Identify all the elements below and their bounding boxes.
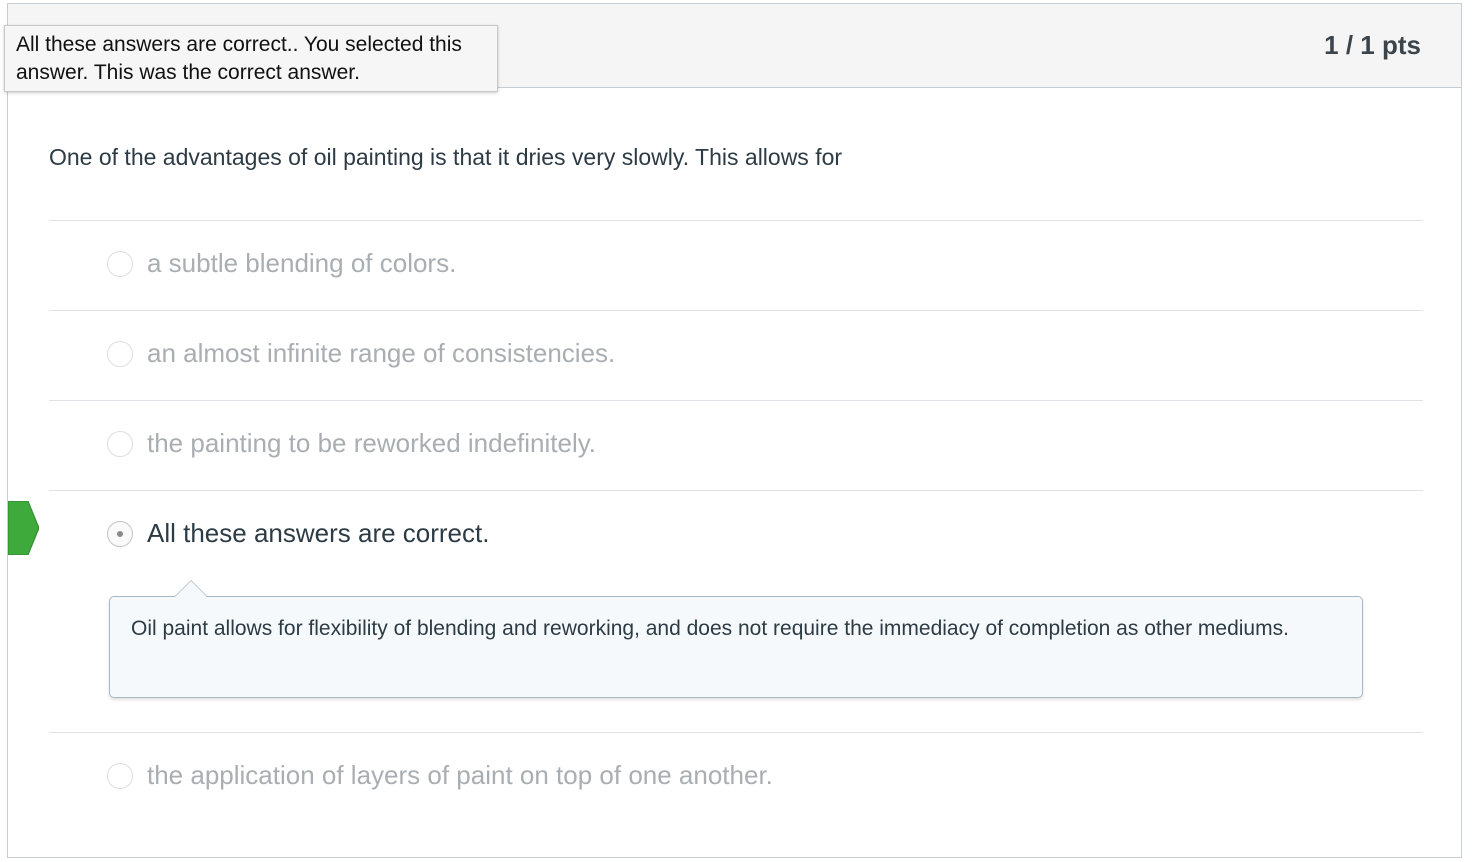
answer-label: the application of layers of paint on to… [147,760,773,790]
answer-comment-box: Oil paint allows for flexibility of blen… [109,580,1363,698]
tooltip-text: All these answers are correct.. You sele… [16,33,462,84]
answer-option[interactable]: the application of layers of paint on to… [49,732,1423,822]
answer-option-selected[interactable]: All these answers are correct. Oil paint… [8,490,1423,732]
answer-label: an almost infinite range of consistencie… [147,338,616,368]
quiz-question-card: 1 / 1 pts One of the advantages of oil p… [7,3,1462,858]
radio-button[interactable] [107,341,133,367]
correct-answer-arrow-icon [8,501,39,555]
answer-option[interactable]: the painting to be reworked indefinitely… [49,400,1423,490]
points-score: 1 / 1 pts [1324,30,1421,60]
answer-list: a subtle blending of colors. an almost i… [8,220,1423,822]
radio-dot-icon [117,531,123,537]
radio-button[interactable] [107,763,133,789]
answer-label: a subtle blending of colors. [147,248,457,278]
answer-label: the painting to be reworked indefinitely… [147,428,597,458]
radio-button[interactable] [107,251,133,277]
answer-option[interactable]: a subtle blending of colors. [49,220,1423,310]
answer-status-tooltip: All these answers are correct.. You sele… [4,25,498,92]
answer-comment-text: Oil paint allows for flexibility of blen… [131,617,1289,640]
question-text: One of the advantages of oil painting is… [49,144,843,170]
answer-label: All these answers are correct. [147,518,490,548]
radio-button[interactable] [107,431,133,457]
answer-option[interactable]: an almost infinite range of consistencie… [49,310,1423,400]
comment-pointer-icon [174,580,208,597]
radio-button-checked[interactable] [107,521,133,547]
